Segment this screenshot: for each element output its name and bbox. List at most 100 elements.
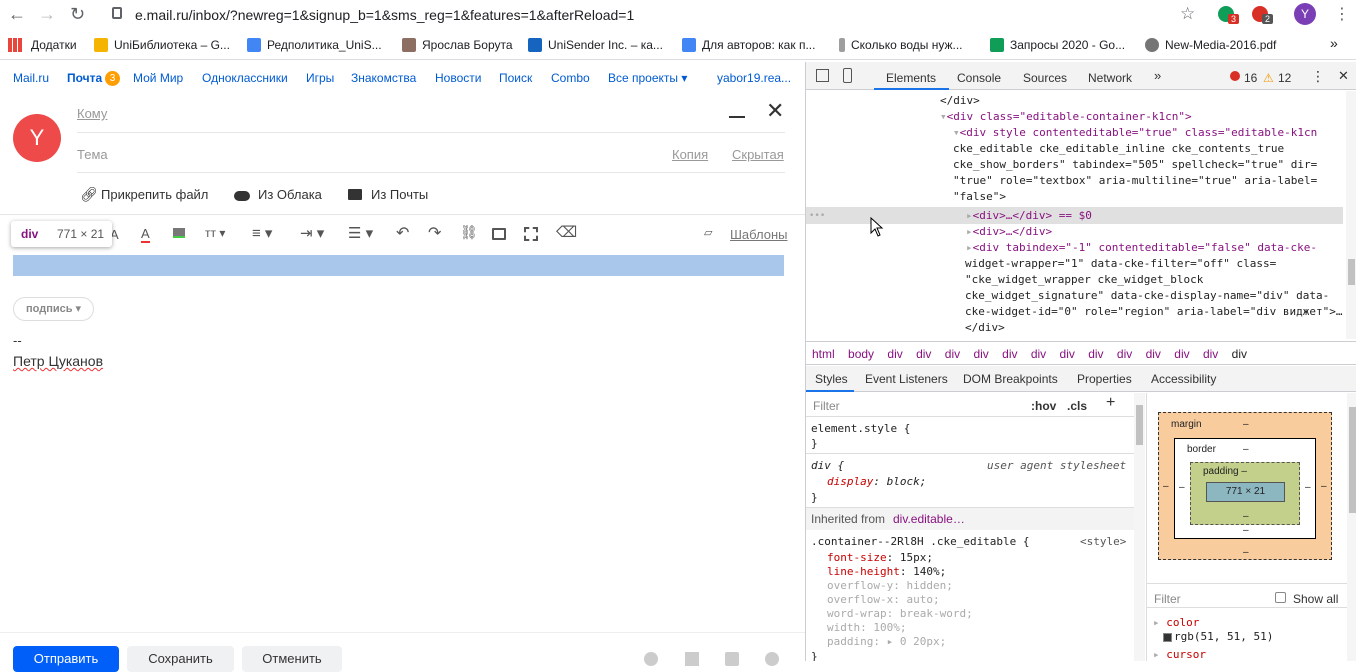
nav-pochta[interactable]: Почта [67, 71, 102, 85]
templates-button[interactable]: Шаблоны [730, 227, 788, 242]
minimize-icon[interactable] [729, 116, 745, 118]
dom-line[interactable]: </div> [965, 320, 1005, 336]
close-icon[interactable]: ✕ [766, 98, 784, 124]
more-icon[interactable] [765, 652, 779, 666]
device-icon[interactable] [843, 68, 852, 83]
bookmark-item[interactable]: UniБиблиотека – G... [94, 38, 230, 52]
close-devtools-icon[interactable]: ✕ [1338, 68, 1349, 84]
inherited-link[interactable]: div.editable… [893, 512, 965, 526]
subtab-dom-breakpoints[interactable]: DOM Breakpoints [963, 372, 1058, 386]
ua-rule[interactable]: div { [811, 458, 844, 474]
schedule-icon[interactable] [685, 652, 699, 666]
bookmark-item[interactable]: Для авторов: как п... [682, 38, 815, 52]
font-size-icon[interactable]: тт ▾ [205, 226, 225, 240]
dom-scrollbar[interactable] [1346, 91, 1356, 339]
dom-line[interactable]: ▾<div class="editable-container-k1cn"> [940, 109, 1192, 125]
breadcrumb-items[interactable]: html body div div div div div div div di… [812, 347, 1247, 361]
bcc-link[interactable]: Скрытая [732, 147, 784, 162]
link-icon[interactable]: ⛓︎ [460, 224, 478, 241]
nav-mailru[interactable]: Mail.ru [13, 71, 49, 85]
styles-filter-input[interactable]: Filter [813, 399, 840, 413]
css-property-inactive[interactable]: padding: ▸ 0 20px; [827, 634, 946, 650]
menu-icon[interactable]: ⋮ [1334, 4, 1350, 24]
dom-line[interactable]: cke_show_borders" tabindex="505" spellch… [953, 157, 1317, 173]
warning-count[interactable]: 12 [1278, 71, 1291, 85]
forward-icon[interactable]: → [38, 4, 56, 25]
star-icon[interactable]: ☆ [1180, 4, 1195, 24]
nav-all-projects[interactable]: Все проекты ▾ [608, 71, 687, 85]
from-cloud-button[interactable]: Из Облака [258, 187, 322, 202]
box-model-padding[interactable]: padding – – 771 × 21 [1190, 462, 1300, 525]
new-rule-icon[interactable]: + [1106, 394, 1115, 412]
nav-search[interactable]: Поиск [499, 71, 532, 85]
color-swatch[interactable] [1163, 633, 1172, 642]
dom-line[interactable]: "false"> [953, 189, 1006, 205]
attach-file-button[interactable]: Прикрепить файл [101, 187, 208, 202]
dom-line[interactable]: widget-wrapper="1" data-cke-filter="off"… [965, 256, 1276, 272]
ua-property[interactable]: display: block; [827, 474, 926, 490]
settings-icon[interactable]: ⋮ [1311, 68, 1325, 85]
nav-dating[interactable]: Знакомства [351, 71, 416, 85]
nav-account[interactable]: yabor19.rea... [717, 71, 791, 85]
cancel-button[interactable]: Отменить [242, 646, 342, 672]
tab-console[interactable]: Console [957, 71, 1001, 85]
translate-icon[interactable] [524, 227, 538, 241]
tab-network[interactable]: Network [1088, 71, 1132, 85]
dom-line[interactable]: ▸<div tabindex="-1" contenteditable="fal… [966, 240, 1317, 256]
list-icon[interactable]: ☰ ▾ [348, 224, 373, 242]
profile-avatar[interactable]: Y [1294, 3, 1316, 25]
more-tabs-icon[interactable]: » [1154, 68, 1161, 83]
from-mail-button[interactable]: Из Почты [371, 187, 428, 202]
redo-icon[interactable]: ↷ [428, 223, 441, 243]
show-all-checkbox[interactable] [1275, 592, 1286, 603]
dom-line[interactable]: ▾<div style contenteditable="true" class… [953, 125, 1317, 141]
save-button[interactable]: Сохранить [127, 646, 234, 672]
send-button[interactable]: Отправить [13, 646, 119, 672]
subtab-properties[interactable]: Properties [1077, 372, 1132, 386]
bookmark-item[interactable]: Ярослав Борута [402, 38, 513, 52]
container-rule[interactable]: .container--2Rl8H .cke_editable { [811, 534, 1030, 550]
dom-line[interactable]: cke-widget-id="0" role="region" aria-lab… [965, 304, 1343, 320]
hov-toggle[interactable]: :hov [1031, 399, 1056, 413]
dom-line[interactable]: cke_editable cke_editable_inline cke_con… [953, 141, 1284, 157]
indent-icon[interactable]: ⇥ ▾ [300, 224, 324, 242]
highlight-icon[interactable] [173, 228, 185, 238]
undo-icon[interactable]: ↶ [396, 223, 409, 243]
nav-ok[interactable]: Одноклассники [202, 71, 288, 85]
address-bar[interactable]: e.mail.ru/inbox/?newreg=1&signup_b=1&sms… [135, 7, 634, 23]
style-source-link[interactable]: <style> [1080, 534, 1126, 550]
bookmark-item[interactable]: Запросы 2020 - Go... [990, 38, 1125, 52]
align-icon[interactable]: ≡ ▾ [252, 224, 272, 242]
nav-combo[interactable]: Combo [551, 71, 590, 85]
reload-icon[interactable]: ↻ [70, 4, 85, 25]
image-icon[interactable] [492, 228, 506, 240]
cls-toggle[interactable]: .cls [1067, 399, 1087, 413]
inspect-icon[interactable] [816, 69, 829, 82]
computed-filter-input[interactable]: Filter [1154, 592, 1181, 606]
tab-sources[interactable]: Sources [1023, 71, 1067, 85]
element-style-rule[interactable]: element.style { [811, 421, 910, 437]
bookmark-item[interactable]: Сколько воды нуж... [839, 38, 963, 52]
dom-line[interactable]: "cke_widget_wrapper cke_widget_block [965, 272, 1203, 288]
subtab-accessibility[interactable]: Accessibility [1151, 372, 1216, 386]
subtab-event-listeners[interactable]: Event Listeners [865, 372, 948, 386]
bookmark-item[interactable]: UniSender Inc. – ка... [528, 38, 663, 52]
dom-line[interactable]: ▸<div>…</div> [966, 224, 1052, 240]
more-bookmarks-icon[interactable]: » [1330, 35, 1338, 51]
back-icon[interactable]: ← [8, 4, 26, 25]
bookmark-item[interactable]: New-Media-2016.pdf [1145, 38, 1276, 52]
signature-chip[interactable]: подпись ▾ [13, 297, 95, 321]
dom-line-selected[interactable]: ▸<div>…</div> == $0 [966, 208, 1092, 224]
eraser-icon[interactable]: ⌫ [556, 223, 577, 241]
subtab-styles[interactable]: Styles [815, 372, 848, 386]
cc-link[interactable]: Копия [672, 147, 708, 162]
styles-scrollbar[interactable] [1134, 393, 1145, 661]
bookmark-item[interactable]: Редполитика_UniS... [247, 38, 382, 52]
dom-line[interactable]: </div> [940, 93, 980, 109]
dom-line[interactable]: "true" role="textbox" aria-multiline="tr… [953, 173, 1317, 189]
tab-elements[interactable]: Elements [886, 71, 936, 85]
nav-games[interactable]: Игры [306, 71, 334, 85]
dom-line[interactable]: cke_widget_signature" data-cke-display-n… [965, 288, 1329, 304]
notify-icon[interactable] [725, 652, 739, 666]
remind-icon[interactable] [644, 652, 658, 666]
